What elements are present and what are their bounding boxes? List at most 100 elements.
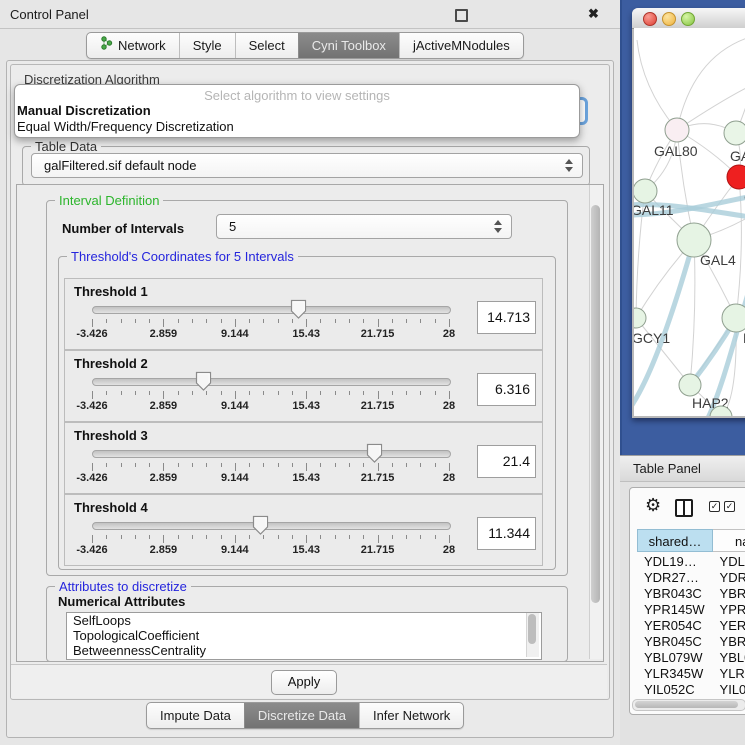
tab-cyni-toolbox[interactable]: Cyni Toolbox bbox=[298, 33, 399, 58]
tab-discretize-data[interactable]: Discretize Data bbox=[244, 703, 359, 728]
threshold-value-field[interactable]: 21.4 bbox=[477, 445, 536, 478]
tick-mark bbox=[206, 535, 207, 539]
network-edge bbox=[636, 318, 690, 385]
tick-mark bbox=[406, 463, 407, 467]
numerical-attributes-label: Numerical Attributes bbox=[58, 594, 185, 609]
slider-thumb[interactable] bbox=[195, 371, 212, 396]
column-header-shared-name[interactable]: shared… bbox=[637, 529, 713, 552]
table-row[interactable]: YDR27…YDR2 bbox=[637, 570, 745, 586]
close-traffic-light[interactable] bbox=[643, 12, 657, 26]
threshold-value-field[interactable]: 14.713 bbox=[477, 301, 536, 334]
number-of-intervals-value: 5 bbox=[217, 219, 491, 234]
slider-track[interactable] bbox=[92, 522, 451, 530]
table-row[interactable]: YBR043CYBR0 bbox=[637, 586, 745, 602]
table-row[interactable]: YBL079WYBL0 bbox=[637, 650, 745, 666]
tick-label: -3.426 bbox=[70, 544, 114, 556]
tick-mark bbox=[121, 319, 122, 323]
number-of-intervals-combobox[interactable]: 5 bbox=[216, 214, 512, 239]
tab-network[interactable]: Network bbox=[87, 33, 179, 58]
tick-mark bbox=[278, 391, 279, 395]
popup-option-manual-discretization[interactable]: Manual Discretization bbox=[15, 103, 579, 119]
cell-shared-name: YLR345W bbox=[637, 666, 710, 682]
tick-mark bbox=[420, 535, 421, 539]
network-node-hap2[interactable] bbox=[679, 374, 701, 396]
tick-label: 15.43 bbox=[284, 472, 328, 484]
attribute-item-topologicalcoefficient[interactable]: TopologicalCoefficient bbox=[67, 628, 541, 643]
tick-mark bbox=[178, 463, 179, 467]
tick-mark bbox=[221, 535, 222, 539]
tick-mark bbox=[420, 319, 421, 323]
tab-infer-network[interactable]: Infer Network bbox=[359, 703, 463, 728]
tick-mark bbox=[249, 319, 250, 323]
table-panel-titlebar: Table Panel bbox=[620, 455, 745, 482]
slider-track[interactable] bbox=[92, 378, 451, 386]
tick-label: 28 bbox=[427, 400, 471, 412]
tick-mark bbox=[335, 463, 336, 467]
table-row[interactable]: YLR345WYLR3 bbox=[637, 666, 745, 682]
tab-select[interactable]: Select bbox=[235, 33, 298, 58]
network-node-gal80[interactable] bbox=[665, 118, 689, 142]
vertical-scrollbar-thumb[interactable] bbox=[591, 205, 600, 603]
tick-mark bbox=[192, 391, 193, 395]
tab-jactivemnodules[interactable]: jActiveMNodules bbox=[399, 33, 523, 58]
horizontal-scrollbar-thumb[interactable] bbox=[635, 701, 738, 708]
gear-icon[interactable]: ⚙ bbox=[645, 495, 661, 516]
apply-button[interactable]: Apply bbox=[271, 670, 337, 695]
attribute-item-selfloops[interactable]: SelfLoops bbox=[67, 613, 541, 628]
close-icon[interactable]: ✖ bbox=[588, 6, 599, 22]
table-row[interactable]: YPR145WYPR1 bbox=[637, 602, 745, 618]
network-node-gal11[interactable] bbox=[634, 179, 657, 203]
table-data-combobox[interactable]: galFiltered.sif default node bbox=[31, 153, 583, 178]
panel-title: Control Panel bbox=[10, 7, 89, 22]
network-node-h[interactable] bbox=[722, 304, 745, 332]
slider-thumb[interactable] bbox=[366, 443, 383, 468]
tick-mark bbox=[121, 463, 122, 467]
tick-mark bbox=[92, 391, 93, 399]
column-header-name[interactable]: na bbox=[713, 529, 745, 552]
column-layout-icon[interactable] bbox=[675, 499, 693, 517]
slider-thumb[interactable] bbox=[252, 515, 269, 540]
popup-placeholder-option[interactable]: Select algorithm to view settings bbox=[15, 87, 579, 103]
attribute-item-betweennesscentrality[interactable]: BetweennessCentrality bbox=[67, 643, 541, 658]
checkbox-icon[interactable]: ✓ bbox=[724, 501, 735, 512]
table-row[interactable]: YER054CYER0 bbox=[637, 618, 745, 634]
attributes-list-scrollbar-thumb[interactable] bbox=[528, 614, 536, 644]
slider-track[interactable] bbox=[92, 450, 451, 458]
tick-mark bbox=[278, 535, 279, 539]
horizontal-scrollbar[interactable] bbox=[632, 699, 745, 711]
tab-label: Network bbox=[118, 33, 166, 58]
tick-label: 21.715 bbox=[356, 544, 400, 556]
tick-mark bbox=[335, 535, 336, 539]
tick-mark bbox=[221, 391, 222, 395]
network-canvas[interactable]: GAL80GACGAL11GAL4GCY1HHAP2 bbox=[634, 28, 745, 416]
desktop-background: GAL80GACGAL11GAL4GCY1HHAP2 bbox=[620, 0, 745, 455]
tick-mark bbox=[392, 391, 393, 395]
minimize-traffic-light[interactable] bbox=[662, 12, 676, 26]
tick-label: 21.715 bbox=[356, 328, 400, 340]
numerical-attributes-list[interactable]: SelfLoopsTopologicalCoefficientBetweenne… bbox=[66, 612, 542, 660]
node-label: GCY1 bbox=[634, 330, 670, 346]
tick-mark bbox=[178, 391, 179, 395]
tick-mark bbox=[449, 535, 450, 543]
slider-thumb[interactable] bbox=[290, 299, 307, 324]
threshold-value-field[interactable]: 6.316 bbox=[477, 373, 536, 406]
tick-label: 21.715 bbox=[356, 400, 400, 412]
network-node-gcy1[interactable] bbox=[634, 308, 646, 328]
popup-option-equal-width-frequency-discretization[interactable]: Equal Width/Frequency Discretization bbox=[15, 119, 579, 135]
table-row[interactable]: YBR045CYBR0 bbox=[637, 634, 745, 650]
table-row[interactable]: YDL19…YDL1 bbox=[637, 554, 745, 570]
cell-name: YBL0 bbox=[710, 650, 745, 666]
tick-mark bbox=[192, 535, 193, 539]
checkbox-icon[interactable]: ✓ bbox=[709, 501, 720, 512]
tick-mark bbox=[306, 391, 307, 399]
float-window-icon[interactable] bbox=[455, 9, 468, 22]
tab-impute-data[interactable]: Impute Data bbox=[147, 703, 244, 728]
tick-label: -3.426 bbox=[70, 400, 114, 412]
screenshot-stage: Control Panel ✖ Network StyleSelectCyni T… bbox=[0, 0, 745, 745]
tab-style[interactable]: Style bbox=[179, 33, 235, 58]
zoom-traffic-light[interactable] bbox=[681, 12, 695, 26]
threshold-value-field[interactable]: 11.344 bbox=[477, 517, 536, 550]
network-node-ga[interactable] bbox=[724, 121, 745, 145]
table-row[interactable]: YIL052CYIL0 bbox=[637, 682, 745, 698]
slider-track[interactable] bbox=[92, 306, 451, 314]
